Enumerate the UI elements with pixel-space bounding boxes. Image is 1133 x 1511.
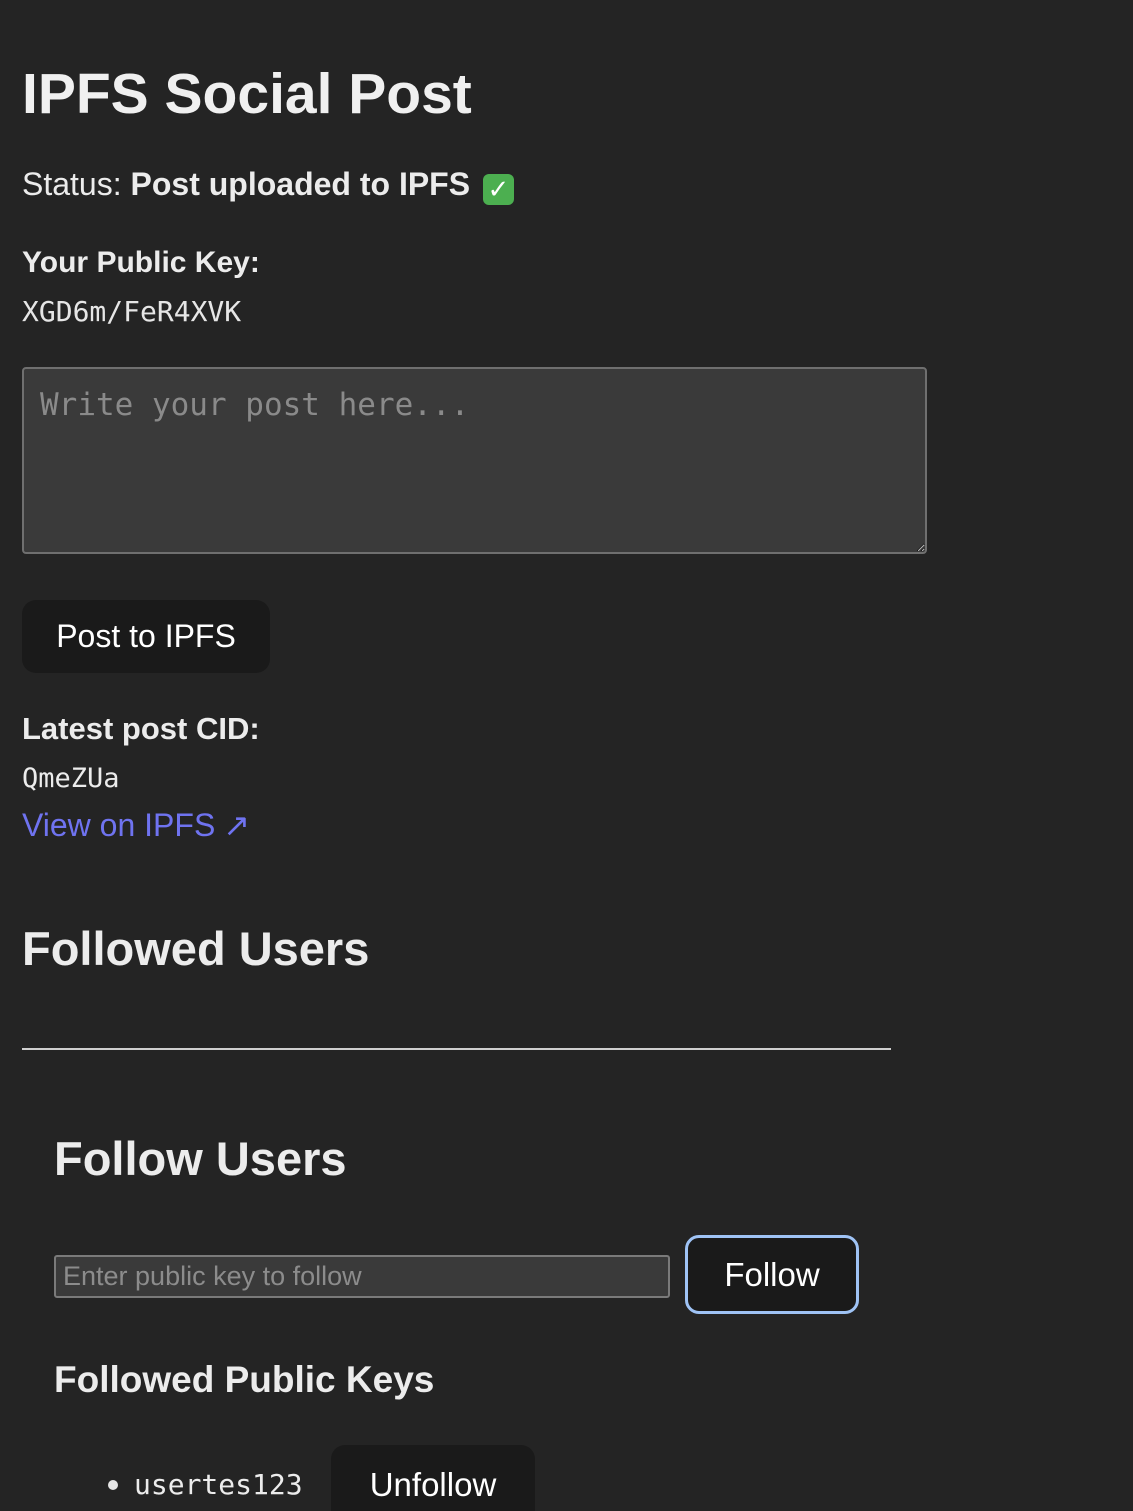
bullet-icon: [108, 1480, 118, 1490]
followed-public-keys-heading: Followed Public Keys: [54, 1359, 435, 1400]
followed-users-heading: Followed Users: [22, 922, 370, 975]
latest-post-cid-value: QmeZUa: [22, 763, 120, 794]
followed-key: usertes123: [134, 1468, 303, 1501]
view-on-ipfs-label: View on IPFS: [22, 807, 216, 843]
post-to-ipfs-button[interactable]: Post to IPFS: [22, 600, 270, 673]
unfollow-button[interactable]: Unfollow: [331, 1445, 535, 1511]
latest-post-cid-label: Latest post CID:: [22, 711, 260, 746]
page: IPFS Social Post Status: Post uploaded t…: [0, 0, 1133, 1511]
page-title: IPFS Social Post: [22, 62, 472, 126]
public-key-label: Your Public Key:: [22, 246, 260, 279]
public-key-value: XGD6m/FeR4XVK: [22, 295, 241, 328]
status-line: Status: Post uploaded to IPFS ✓: [22, 164, 514, 205]
follow-users-heading: Follow Users: [54, 1132, 347, 1185]
status-value: Post uploaded to IPFS: [130, 166, 471, 202]
external-link-arrow-icon: ↗: [223, 807, 251, 843]
section-divider: [22, 1048, 891, 1050]
follow-button[interactable]: Follow: [685, 1235, 859, 1314]
check-mark-icon: ✓: [482, 174, 514, 205]
list-item: usertes123 Unfollow: [0, 1440, 1133, 1511]
view-on-ipfs-link[interactable]: View on IPFS ↗: [22, 805, 250, 845]
follow-public-key-input[interactable]: [54, 1255, 670, 1298]
status-label: Status:: [22, 166, 122, 202]
followed-keys-list: usertes123 Unfollow: [0, 1440, 1133, 1511]
post-textarea[interactable]: [22, 367, 927, 554]
